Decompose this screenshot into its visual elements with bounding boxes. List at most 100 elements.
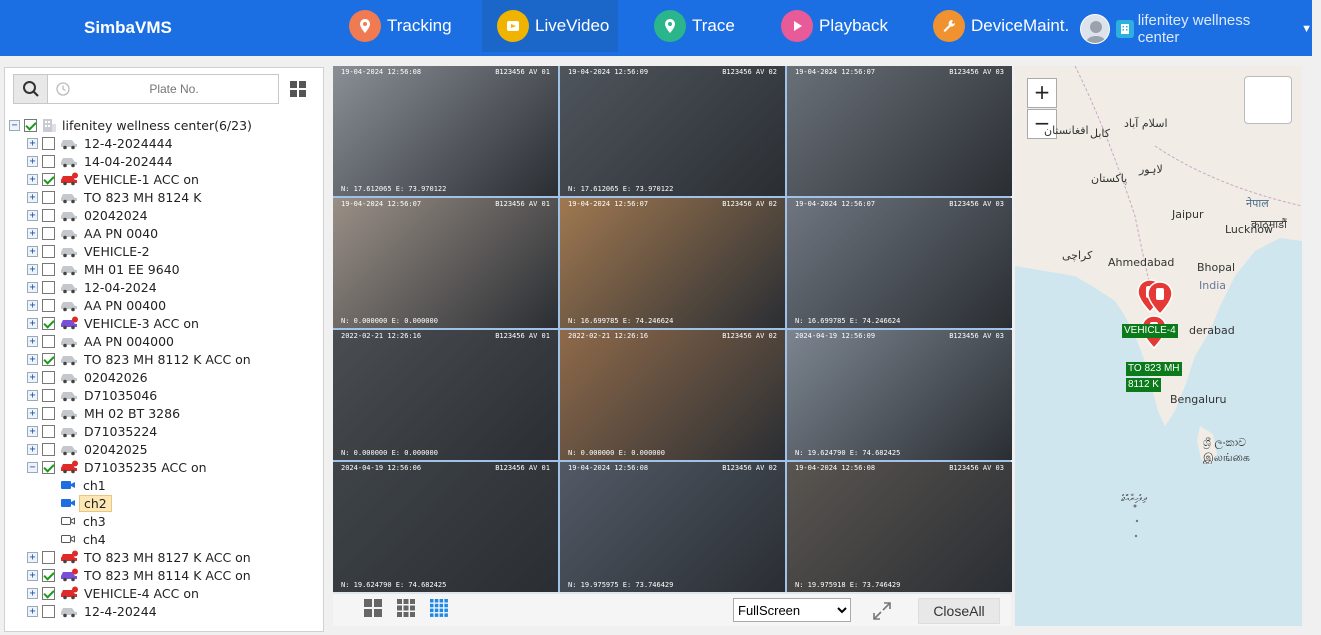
expand-icon[interactable]: + — [27, 443, 38, 455]
map-view[interactable]: + − اسلام آباد کابل افغانستان لاہور پاکس… — [1015, 66, 1302, 626]
vehicle-checkbox[interactable] — [42, 370, 55, 384]
vehicle-row[interactable]: +02042026 — [9, 368, 321, 386]
expand-icon[interactable]: + — [27, 245, 38, 257]
tree-root[interactable]: − lifenitey wellness center(6/23) — [9, 116, 321, 134]
vehicle-checkbox[interactable] — [42, 208, 55, 222]
video-cell[interactable]: 19-04-2024 12:56:07 B123456 AV 02 N: 16.69… — [560, 198, 785, 328]
expand-icon[interactable]: + — [27, 317, 38, 329]
tab-livevideo[interactable]: LiveVideo — [482, 0, 618, 52]
tab-tracking[interactable]: Tracking — [349, 0, 452, 52]
vehicle-checkbox[interactable] — [42, 352, 55, 366]
channel-row[interactable]: ch4 — [9, 530, 321, 548]
root-checkbox[interactable] — [24, 118, 37, 132]
expand-icon[interactable]: + — [27, 299, 38, 311]
expand-icon[interactable]: + — [27, 191, 38, 203]
collapse-icon[interactable]: − — [27, 461, 38, 473]
vehicle-row[interactable]: + VEHICLE-4 ACC on — [9, 584, 321, 602]
vehicle-checkbox[interactable] — [42, 280, 55, 294]
expand-icon[interactable]: + — [27, 605, 38, 617]
layout-16-icon[interactable] — [429, 598, 449, 618]
vehicle-checkbox[interactable] — [42, 442, 55, 456]
vehicle-row[interactable]: + AA PN 0040 — [9, 224, 321, 242]
expand-icon[interactable]: + — [27, 353, 38, 365]
tab-trace[interactable]: Trace — [654, 0, 735, 52]
vehicle-checkbox[interactable] — [42, 424, 55, 438]
vehicle-row[interactable]: + TO 823 MH 8127 K ACC on — [9, 548, 321, 566]
vehicle-row[interactable]: + TO 823 MH 8114 K ACC on — [9, 566, 321, 584]
vehicle-checkbox[interactable] — [42, 604, 55, 618]
vehicle-checkbox[interactable] — [42, 262, 55, 276]
layout-9-icon[interactable] — [396, 598, 416, 618]
vehicle-map-markers[interactable] — [1130, 278, 1190, 358]
vehicle-row[interactable]: + AA PN 00400 — [9, 296, 321, 314]
video-cell[interactable]: 2022-02-21 12:26:16 B123456 AV 01 N: 0.000… — [333, 330, 558, 460]
layout-4-icon[interactable] — [363, 598, 383, 618]
vehicle-row[interactable]: + D71035224 — [9, 422, 321, 440]
vehicle-checkbox[interactable] — [42, 172, 55, 186]
expand-icon[interactable]: + — [27, 407, 38, 419]
channel-row[interactable]: ch3 — [9, 512, 321, 530]
vehicle-checkbox[interactable] — [42, 550, 55, 564]
search-button[interactable] — [14, 75, 48, 103]
expand-icon[interactable] — [871, 600, 893, 622]
expand-icon[interactable]: + — [27, 371, 38, 383]
video-cell[interactable]: 19-04-2024 12:56:07 B123456 AV 03 N: 16.69… — [787, 198, 1012, 328]
expand-icon[interactable]: + — [27, 335, 38, 347]
expand-icon[interactable]: + — [27, 137, 38, 149]
vehicle-row[interactable]: +02042025 — [9, 440, 321, 458]
expand-icon[interactable]: + — [27, 263, 38, 275]
channel-row[interactable]: ch1 — [9, 476, 321, 494]
video-cell[interactable]: 2024-04-19 12:56:09 B123456 AV 03 N: 19.62… — [787, 330, 1012, 460]
video-cell[interactable]: 19-04-2024 12:56:08 B123456 AV 01 N: 17.61… — [333, 66, 558, 196]
zoom-in-button[interactable]: + — [1027, 78, 1057, 108]
vehicle-checkbox[interactable] — [42, 244, 55, 258]
vehicle-row[interactable]: + VEHICLE-3 ACC on — [9, 314, 321, 332]
grid-view-icon[interactable] — [289, 80, 307, 98]
collapse-icon[interactable]: − — [9, 119, 20, 131]
vehicle-row[interactable]: − D71035235 ACC on — [9, 458, 321, 476]
video-cell[interactable]: 2022-02-21 12:26:16 B123456 AV 02 N: 0.000… — [560, 330, 785, 460]
expand-icon[interactable]: + — [27, 155, 38, 167]
vehicle-row[interactable]: + D71035046 — [9, 386, 321, 404]
plate-no-input[interactable] — [74, 79, 274, 99]
fullscreen-select[interactable]: FullScreen — [733, 598, 851, 622]
vehicle-checkbox[interactable] — [42, 190, 55, 204]
vehicle-row[interactable]: + MH 01 EE 9640 — [9, 260, 321, 278]
vehicle-row[interactable]: + AA PN 004000 — [9, 332, 321, 350]
user-menu[interactable]: lifenitey wellness center ▼ — [1080, 12, 1312, 46]
close-all-button[interactable]: CloseAll — [918, 598, 1000, 624]
video-cell[interactable]: 19-04-2024 12:56:08 B123456 AV 02 N: 19.97… — [560, 462, 785, 592]
page-scrollbar[interactable] — [1306, 66, 1318, 626]
expand-icon[interactable]: + — [27, 425, 38, 437]
vehicle-tag-vehicle-4[interactable]: VEHICLE-4 — [1122, 324, 1178, 338]
vehicle-row[interactable]: +12-4-20244 — [9, 602, 321, 620]
vehicle-row[interactable]: + VEHICLE-2 — [9, 242, 321, 260]
vehicle-checkbox[interactable] — [42, 406, 55, 420]
vehicle-row[interactable]: +14-04-202444 — [9, 152, 321, 170]
channel-row[interactable]: ch2 — [9, 494, 321, 512]
expand-icon[interactable]: + — [27, 551, 38, 563]
vehicle-tag-to823mh[interactable]: TO 823 MH — [1126, 362, 1182, 376]
vehicle-row[interactable]: + TO 823 MH 8112 K ACC on — [9, 350, 321, 368]
vehicle-row[interactable]: + TO 823 MH 8124 K — [9, 188, 321, 206]
vehicle-checkbox[interactable] — [42, 226, 55, 240]
vehicle-checkbox[interactable] — [42, 154, 55, 168]
expand-icon[interactable]: + — [27, 281, 38, 293]
vehicle-checkbox[interactable] — [42, 298, 55, 312]
expand-icon[interactable]: + — [27, 227, 38, 239]
map-layer-control[interactable] — [1244, 76, 1292, 124]
video-cell[interactable]: 19-04-2024 12:56:09 B123456 AV 02 N: 17.61… — [560, 66, 785, 196]
vehicle-row[interactable]: + VEHICLE-1 ACC on — [9, 170, 321, 188]
vehicle-checkbox[interactable] — [42, 388, 55, 402]
video-cell[interactable]: 19-04-2024 12:56:07 B123456 AV 01 N: 0.000… — [333, 198, 558, 328]
vehicle-checkbox[interactable] — [42, 316, 55, 330]
expand-icon[interactable]: + — [27, 389, 38, 401]
tab-playback[interactable]: Playback — [781, 0, 888, 52]
vehicle-row[interactable]: +12-04-2024 — [9, 278, 321, 296]
video-cell[interactable]: 19-04-2024 12:56:07 B123456 AV 03 — [787, 66, 1012, 196]
tab-devicemaint[interactable]: DeviceMaint. — [933, 0, 1069, 52]
expand-icon[interactable]: + — [27, 569, 38, 581]
vehicle-row[interactable]: +12-4-2024444 — [9, 134, 321, 152]
expand-icon[interactable]: + — [27, 587, 38, 599]
video-cell[interactable]: 2024-04-19 12:56:06 B123456 AV 01 N: 19.62… — [333, 462, 558, 592]
